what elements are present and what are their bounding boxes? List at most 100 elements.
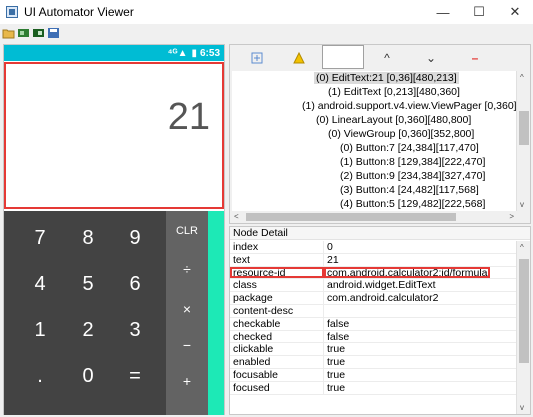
key-divide[interactable]: ÷ — [166, 261, 208, 277]
tree-node-label: (0) Button:7 [24,384][117,470] — [340, 142, 479, 154]
signal-icon: ⁴ᴳ▲ — [167, 47, 188, 59]
tree-node-label: (2) Button:9 [234,384][327,470] — [340, 170, 486, 182]
detail-value: android.widget.EditText — [327, 279, 436, 292]
detail-row[interactable]: resource-id com.android.calculator2:id/fo… — [230, 266, 516, 280]
key-plus[interactable]: + — [166, 373, 208, 389]
tree-node[interactable]: (0) EditText:21 [0,36][480,213] — [232, 71, 516, 85]
key-equals[interactable]: = — [115, 365, 155, 388]
tree-node-label: (0) EditText:21 [0,36][480,213] — [314, 72, 459, 84]
key-9[interactable]: 9 — [115, 227, 155, 250]
tree-node[interactable]: (0) Button:7 [24,384][117,470] — [232, 141, 516, 155]
detail-row[interactable]: class android.widget.EditText — [230, 279, 516, 293]
tree-node-label: (1) Button:8 [129,384][222,470] — [340, 156, 486, 168]
save-icon[interactable] — [47, 27, 60, 39]
open-folder-icon[interactable] — [2, 27, 15, 39]
prev-icon[interactable]: ^ — [376, 48, 398, 68]
scroll-left-icon[interactable]: < — [234, 212, 239, 221]
detail-row[interactable]: index 0 — [230, 241, 516, 254]
detail-value: false — [327, 330, 350, 343]
detail-value: 21 — [327, 253, 339, 266]
expand-all-icon[interactable] — [246, 48, 268, 68]
key-dot[interactable]: . — [20, 365, 60, 388]
title-bar: UI Automator Viewer — ☐ ✕ — [0, 0, 533, 24]
key-8[interactable]: 8 — [68, 227, 108, 250]
maximize-button[interactable]: ☐ — [461, 0, 497, 24]
detail-row[interactable]: clickable true — [230, 343, 516, 357]
detail-row[interactable]: focusable true — [230, 368, 516, 382]
key-6[interactable]: 6 — [115, 273, 155, 296]
tree-node[interactable]: (3) Button:4 [24,482][117,568] — [232, 183, 516, 197]
detail-key: text — [230, 253, 324, 266]
battery-icon: ▮ — [191, 47, 197, 59]
tree-vertical-thumb[interactable] — [519, 111, 529, 145]
status-bar: ⁴ᴳ▲ ▮ 6:53 — [4, 45, 224, 61]
tree-vertical-scrollbar[interactable]: ^ v — [516, 71, 530, 211]
tree-node[interactable]: (1) android.support.v4.view.ViewPager [0… — [232, 99, 516, 113]
detail-value: true — [327, 356, 346, 368]
tree-node[interactable]: (1) Button:8 [129,384][222,470] — [232, 155, 516, 169]
tree-node[interactable]: (4) Button:5 [129,482][222,568] — [232, 197, 516, 211]
detail-row[interactable]: focused true — [230, 381, 516, 395]
detail-scroll-up-icon[interactable]: ^ — [520, 243, 524, 252]
key-1[interactable]: 1 — [20, 319, 60, 342]
tree-node-label: (1) EditText [0,213][480,360] — [328, 86, 460, 98]
key-minus[interactable]: − — [166, 337, 208, 353]
detail-key: focusable — [230, 368, 324, 381]
device-screenshot-panel[interactable]: ⁴ᴳ▲ ▮ 6:53 21 7 8 9 4 5 6 1 2 3 . 0 = CL… — [3, 44, 225, 415]
search-box[interactable] — [322, 45, 364, 69]
detail-row[interactable]: package com.android.calculator2 — [230, 292, 516, 305]
detail-scroll-down-icon[interactable]: v — [520, 403, 524, 412]
tree-horizontal-scrollbar[interactable]: < > — [232, 211, 516, 223]
tree-node[interactable]: (0) ViewGroup [0,360][352,800] — [232, 127, 516, 141]
detail-key: resource-id — [230, 266, 324, 279]
key-4[interactable]: 4 — [20, 273, 60, 296]
scroll-up-icon[interactable]: ^ — [520, 73, 524, 82]
advanced-panel-handle[interactable] — [208, 211, 224, 415]
key-5[interactable]: 5 — [68, 273, 108, 296]
scroll-down-icon[interactable]: v — [520, 200, 524, 209]
detail-row[interactable]: checkable false — [230, 317, 516, 331]
node-detail-table[interactable]: index 0 text 21 resource-id com.android.calcu… — [230, 241, 516, 395]
detail-value: true — [327, 368, 346, 381]
tree-horizontal-thumb[interactable] — [246, 213, 456, 221]
detail-row[interactable]: checked false — [230, 330, 516, 344]
key-3[interactable]: 3 — [115, 319, 155, 342]
tree-node-label: (4) Button:5 [129,482][222,568] — [340, 198, 486, 210]
clear-icon[interactable]: – — [464, 48, 486, 68]
next-icon[interactable]: ⌄ — [420, 48, 442, 68]
node-detail-header: Node Detail — [230, 227, 530, 240]
detail-key: content-desc — [230, 304, 324, 317]
key-clear[interactable]: CLR — [166, 225, 208, 237]
tree-node[interactable]: (0) LinearLayout [0,360][480,800] — [232, 113, 516, 127]
detail-row[interactable]: content-desc — [230, 304, 516, 318]
key-0[interactable]: 0 — [68, 365, 108, 388]
main-toolbar — [0, 24, 533, 42]
calculator-keypad: 7 8 9 4 5 6 1 2 3 . 0 = CLR ÷ × − + — [4, 211, 224, 415]
device-screenshot-icon[interactable] — [17, 27, 30, 39]
display-value: 21 — [167, 96, 210, 138]
warning-icon[interactable] — [288, 48, 310, 68]
calculator-display[interactable]: 21 — [4, 62, 224, 209]
scroll-right-icon[interactable]: > — [509, 212, 514, 221]
hierarchy-toolbar: ^ ⌄ – — [230, 45, 530, 71]
detail-value: 0 — [327, 241, 333, 253]
detail-vertical-thumb[interactable] — [519, 259, 529, 363]
hierarchy-tree[interactable]: (0) EditText:21 [0,36][480,213] (1) EditT… — [232, 71, 516, 211]
detail-value: true — [327, 381, 346, 394]
tree-node[interactable]: (2) Button:9 [234,384][327,470] — [232, 169, 516, 183]
key-multiply[interactable]: × — [166, 301, 208, 317]
tree-node-label: (1) android.support.v4.view.ViewPager [0… — [302, 100, 516, 112]
key-2[interactable]: 2 — [68, 319, 108, 342]
status-time: 6:53 — [199, 47, 220, 59]
key-7[interactable]: 7 — [20, 227, 60, 250]
device-screenshot-compressed-icon[interactable] — [32, 27, 45, 39]
detail-vertical-scrollbar[interactable]: ^ v — [516, 241, 530, 414]
detail-row[interactable]: text 21 — [230, 253, 516, 267]
detail-key: clickable — [230, 343, 324, 355]
operator-column: CLR ÷ × − + — [166, 211, 208, 415]
detail-row[interactable]: enabled true — [230, 356, 516, 369]
minimize-button[interactable]: — — [425, 0, 461, 24]
node-detail-panel: Node Detail index 0 text 21 resource-id com.a… — [229, 226, 531, 415]
close-button[interactable]: ✕ — [497, 0, 533, 24]
tree-node[interactable]: (1) EditText [0,213][480,360] — [232, 85, 516, 99]
